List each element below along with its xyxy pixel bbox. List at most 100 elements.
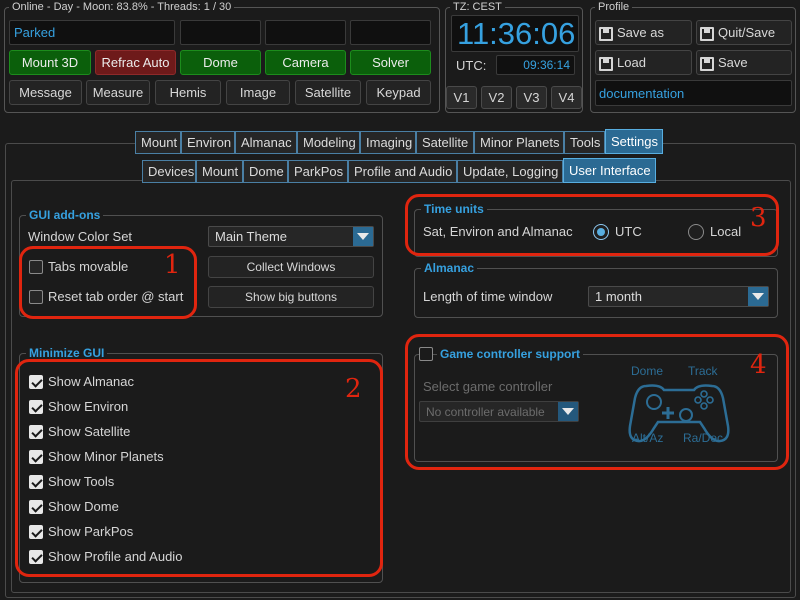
image-button[interactable]: Image (226, 80, 290, 105)
show-parkpos-checkbox[interactable] (29, 525, 43, 539)
tabs-movable-checkbox[interactable] (29, 260, 43, 274)
subtab-dome[interactable]: Dome (243, 160, 288, 183)
show-satellite-checkbox[interactable] (29, 425, 43, 439)
show-parkpos-label: Show ParkPos (48, 524, 134, 539)
annotation-number-3: 3 (750, 203, 767, 233)
quit-save-label: Quit/Save (718, 25, 776, 40)
tab-settings[interactable]: Settings (605, 129, 663, 154)
game-controller-title: Game controller support (437, 347, 584, 361)
refrac-auto-button[interactable]: Refrac Auto (95, 50, 176, 75)
profile-name: documentation (599, 86, 685, 101)
quit-save-button[interactable]: Quit/Save (696, 20, 792, 45)
subtab-user-interface[interactable]: User Interface (563, 158, 656, 183)
annotation-number-4: 4 (750, 350, 767, 380)
save-button[interactable]: Save (696, 50, 792, 75)
show-profile-audio-label: Show Profile and Audio (48, 549, 183, 564)
profile-name-field[interactable]: documentation (595, 80, 792, 106)
status-field: Parked (9, 20, 175, 45)
time-units-title: Time units (421, 202, 487, 216)
show-almanac-checkbox[interactable] (29, 375, 43, 389)
chevron-down-icon (558, 402, 578, 421)
show-environ-label: Show Environ (48, 399, 129, 414)
utc-time: 09:36:14 (523, 58, 570, 72)
show-tools-label: Show Tools (48, 474, 115, 489)
controller-select[interactable]: No controller available (419, 401, 579, 422)
local-radio[interactable] (688, 224, 704, 240)
subtab-devices[interactable]: Devices (142, 160, 196, 183)
save-as-button[interactable]: Save as (595, 20, 692, 45)
chevron-down-icon (353, 227, 373, 246)
window-color-select[interactable]: Main Theme (208, 226, 374, 247)
load-button[interactable]: Load (595, 50, 692, 75)
status-slot-3 (265, 20, 346, 45)
status-state: Parked (14, 25, 56, 40)
status-slot-4 (350, 20, 431, 45)
show-big-buttons-button[interactable]: Show big buttons (208, 286, 374, 308)
annotation-number-1: 1 (164, 250, 181, 280)
utc-time-display: 09:36:14 (496, 55, 575, 75)
tab-almanac[interactable]: Almanac (235, 131, 297, 154)
version-2-button[interactable]: V2 (481, 86, 512, 109)
almanac-title: Almanac (421, 261, 478, 275)
time-window-select[interactable]: 1 month (588, 286, 769, 307)
reset-tab-order-checkbox[interactable] (29, 290, 43, 304)
satellite-button[interactable]: Satellite (295, 80, 361, 105)
controller-select-value: No controller available (426, 405, 545, 419)
time-window-value: 1 month (595, 289, 642, 304)
time-window-label: Length of time window (423, 289, 553, 304)
tabs-movable-label: Tabs movable (48, 259, 129, 274)
hemis-button[interactable]: Hemis (155, 80, 221, 105)
tab-imaging[interactable]: Imaging (360, 131, 416, 154)
floppy-disk-icon (700, 56, 714, 71)
minimize-gui-title: Minimize GUI (26, 346, 108, 360)
mount-3d-button[interactable]: Mount 3D (9, 50, 91, 75)
show-minor-planets-label: Show Minor Planets (48, 449, 164, 464)
subtab-parkpos[interactable]: ParkPos (288, 160, 348, 183)
tab-tools[interactable]: Tools (564, 131, 605, 154)
reset-tab-order-label: Reset tab order @ start (48, 289, 184, 304)
save-as-label: Save as (617, 25, 664, 40)
utc-radio[interactable] (593, 224, 609, 240)
tab-mount[interactable]: Mount (135, 131, 181, 154)
camera-button[interactable]: Camera (265, 50, 346, 75)
show-tools-checkbox[interactable] (29, 475, 43, 489)
load-label: Load (617, 55, 646, 70)
keypad-button[interactable]: Keypad (366, 80, 431, 105)
measure-button[interactable]: Measure (86, 80, 150, 105)
subtab-profile-audio[interactable]: Profile and Audio (348, 160, 457, 183)
window-color-value: Main Theme (215, 229, 288, 244)
tab-minor-planets[interactable]: Minor Planets (474, 131, 564, 154)
tab-satellite[interactable]: Satellite (416, 131, 474, 154)
status-header: Online - Day - Moon: 83.8% - Threads: 1 … (9, 1, 235, 13)
collect-windows-button[interactable]: Collect Windows (208, 256, 374, 278)
gamepad-icon (628, 384, 730, 443)
show-profile-audio-checkbox[interactable] (29, 550, 43, 564)
save-label: Save (718, 55, 748, 70)
version-4-button[interactable]: V4 (551, 86, 582, 109)
floppy-disk-icon (599, 26, 613, 41)
show-minor-planets-checkbox[interactable] (29, 450, 43, 464)
tab-modeling[interactable]: Modeling (297, 131, 360, 154)
message-button[interactable]: Message (9, 80, 82, 105)
select-controller-label: Select game controller (423, 379, 553, 394)
subtab-update-logging[interactable]: Update, Logging (457, 160, 563, 183)
version-3-button[interactable]: V3 (516, 86, 547, 109)
solver-button[interactable]: Solver (350, 50, 431, 75)
version-1-button[interactable]: V1 (446, 86, 477, 109)
dome-button[interactable]: Dome (180, 50, 261, 75)
local-radio-label: Local (710, 224, 742, 239)
local-time-display: 11:36:06 (451, 15, 579, 52)
show-dome-checkbox[interactable] (29, 500, 43, 514)
gui-addons-title: GUI add-ons (26, 208, 104, 222)
show-satellite-label: Show Satellite (48, 424, 131, 439)
subtab-mount[interactable]: Mount (196, 160, 243, 183)
chevron-down-icon (748, 287, 768, 306)
tab-environ[interactable]: Environ (181, 131, 235, 154)
show-environ-checkbox[interactable] (29, 400, 43, 414)
time-units-label: Sat, Environ and Almanac (423, 224, 573, 239)
track-mapping-label: Track (688, 364, 718, 378)
game-controller-checkbox[interactable] (419, 347, 433, 361)
status-slot-2 (180, 20, 261, 45)
floppy-disk-icon (599, 56, 613, 71)
annotation-number-2: 2 (345, 374, 362, 404)
